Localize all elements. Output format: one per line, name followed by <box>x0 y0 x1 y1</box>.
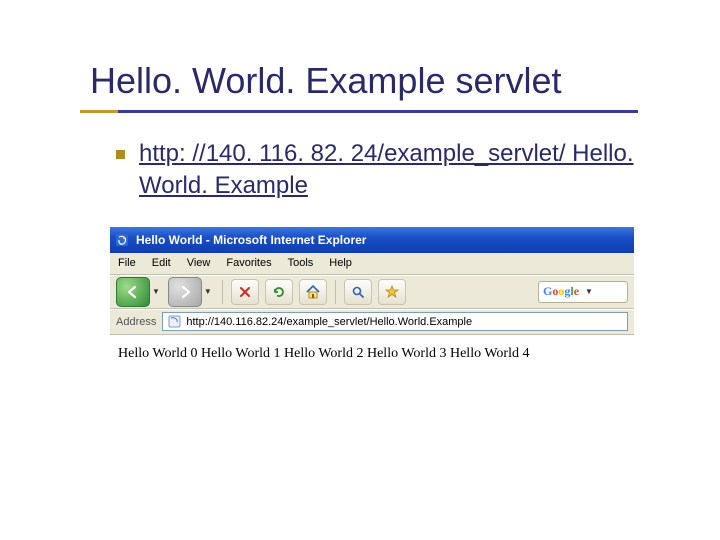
address-label: Address <box>116 316 156 328</box>
favorites-button[interactable] <box>378 279 406 305</box>
stop-button[interactable] <box>231 279 259 305</box>
bullet-item: http: //140. 116. 82. 24/example_servlet… <box>116 138 660 203</box>
ie-titlebar: Hello World - Microsoft Internet Explore… <box>110 227 634 253</box>
search-icon <box>351 285 365 299</box>
chevron-down-icon[interactable]: ▼ <box>585 287 593 296</box>
page-icon <box>167 315 181 329</box>
ie-toolbar: ▼ ▼ Google ▼ <box>110 275 634 309</box>
google-logo-icon: Google <box>543 284 579 299</box>
star-icon <box>385 285 399 299</box>
chevron-down-icon[interactable]: ▼ <box>152 287 160 296</box>
menu-edit[interactable]: Edit <box>152 257 171 269</box>
toolbar-separator <box>222 280 223 304</box>
accent-line <box>80 110 118 113</box>
arrow-left-icon <box>126 285 140 299</box>
ie-page-content: Hello World 0 Hello World 1 Hello World … <box>110 335 634 376</box>
ie-window-title: Hello World - Microsoft Internet Explore… <box>136 233 366 247</box>
menu-help[interactable]: Help <box>329 257 352 269</box>
ie-logo-icon <box>114 232 130 248</box>
toolbar-separator <box>335 280 336 304</box>
square-bullet-icon <box>116 150 125 159</box>
refresh-icon <box>272 285 286 299</box>
menu-favorites[interactable]: Favorites <box>226 257 271 269</box>
ie-menubar: File Edit View Favorites Tools Help <box>110 253 634 275</box>
home-icon <box>305 284 321 300</box>
page-body-text: Hello World 0 Hello World 1 Hello World … <box>118 346 626 362</box>
title-underline <box>118 110 638 113</box>
google-search-box[interactable]: Google ▼ <box>538 281 628 303</box>
home-button[interactable] <box>299 279 327 305</box>
search-button[interactable] <box>344 279 372 305</box>
ie-addressbar: Address http://140.116.82.24/example_ser… <box>110 309 634 335</box>
slide: Hello. World. Example servlet http: //14… <box>0 0 720 540</box>
menu-tools[interactable]: Tools <box>288 257 314 269</box>
refresh-button[interactable] <box>265 279 293 305</box>
arrow-right-icon <box>178 285 192 299</box>
forward-button[interactable] <box>168 277 202 307</box>
ie-screenshot: Hello World - Microsoft Internet Explore… <box>110 227 634 376</box>
menu-view[interactable]: View <box>187 257 211 269</box>
address-value: http://140.116.82.24/example_servlet/Hel… <box>186 316 472 328</box>
servlet-link[interactable]: http: //140. 116. 82. 24/example_servlet… <box>139 138 660 203</box>
slide-title: Hello. World. Example servlet <box>90 60 660 102</box>
chevron-down-icon[interactable]: ▼ <box>204 287 212 296</box>
address-field[interactable]: http://140.116.82.24/example_servlet/Hel… <box>162 312 628 331</box>
stop-icon <box>238 285 252 299</box>
back-button[interactable] <box>116 277 150 307</box>
menu-file[interactable]: File <box>118 257 136 269</box>
